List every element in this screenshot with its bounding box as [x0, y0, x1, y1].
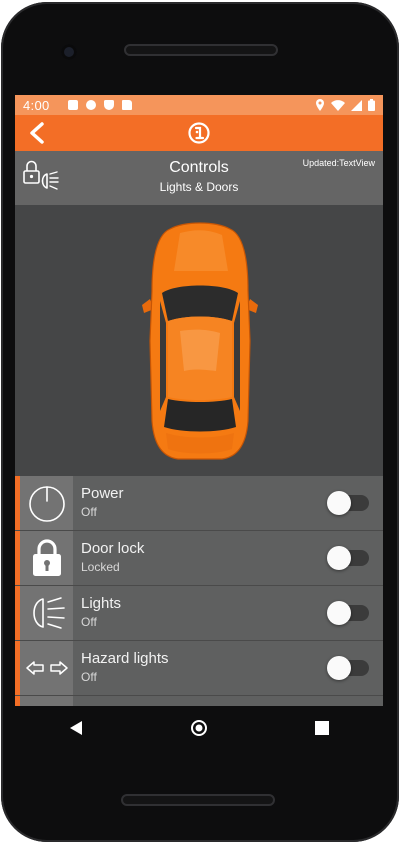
car-top-view [142, 222, 258, 460]
sd-card-icon [121, 100, 132, 110]
toggle-thumb [327, 601, 351, 625]
car-view [15, 205, 383, 476]
wifi-icon [331, 99, 345, 111]
top-speaker [124, 44, 278, 56]
system-nav-bar [15, 706, 383, 750]
toggle-thumb [327, 491, 351, 515]
hazard-lights-toggle[interactable] [327, 656, 373, 680]
front-camera [61, 44, 77, 60]
row-label: Door lock [81, 540, 145, 557]
list-item: Hazard lights Off [15, 641, 383, 696]
controls-list: Power Off Door lock Locked Lights Off Ha… [15, 476, 383, 706]
app-bar [15, 115, 383, 151]
back-triangle-icon [70, 721, 83, 735]
row-status: Off [81, 670, 97, 684]
headlight-icon [32, 597, 65, 629]
row-label: Hazard lights [81, 650, 169, 667]
recents-square-icon [314, 721, 329, 735]
page-subtitle: Lights & Doors [159, 180, 239, 194]
list-item: Door lock Locked [15, 531, 383, 586]
row-icon-box [20, 696, 73, 706]
controls-header: Controls Lights & Doors Updated:TextView [15, 151, 383, 205]
signal-icon [351, 99, 362, 111]
a-icon [67, 100, 78, 110]
row-label: Power [81, 485, 124, 502]
hazard-arrows-icon [25, 661, 68, 675]
nav-back-button[interactable] [61, 713, 91, 743]
updated-text: Updated:TextView [302, 158, 375, 168]
toggle-thumb [327, 546, 351, 570]
nav-home-button[interactable] [184, 713, 214, 743]
home-circle-icon [190, 720, 207, 736]
back-button[interactable] [23, 119, 51, 147]
power-toggle[interactable] [327, 491, 373, 515]
app-screen: 4:00 Controls Lights & Doors Updated:Tex… [15, 95, 383, 706]
row-status: Locked [81, 560, 120, 574]
bottom-speaker [121, 794, 275, 806]
list-item: Lights Off [15, 586, 383, 641]
row-icon-box [20, 476, 73, 530]
row-label: Lights [81, 595, 122, 612]
door-lock-toggle[interactable] [327, 546, 373, 570]
gear-icon [85, 100, 96, 110]
list-item: Power Off [15, 476, 383, 531]
toggle-thumb [327, 656, 351, 680]
row-icon-box [20, 586, 73, 640]
brand-logo-icon [188, 122, 210, 144]
row-icon-box [20, 641, 73, 695]
shield-icon [103, 100, 114, 110]
status-bar: 4:00 [15, 95, 383, 115]
status-time: 4:00 [23, 97, 50, 113]
lights-toggle[interactable] [327, 601, 373, 625]
list-item [15, 696, 383, 706]
power-icon [28, 486, 65, 522]
row-status: Off [81, 505, 97, 519]
location-icon [316, 99, 324, 111]
nav-recents-button[interactable] [307, 713, 337, 743]
row-icon-box [20, 531, 73, 585]
padlock-icon [32, 539, 61, 576]
battery-icon [368, 99, 375, 111]
row-status: Off [81, 615, 97, 629]
chevron-left-icon [30, 122, 44, 144]
